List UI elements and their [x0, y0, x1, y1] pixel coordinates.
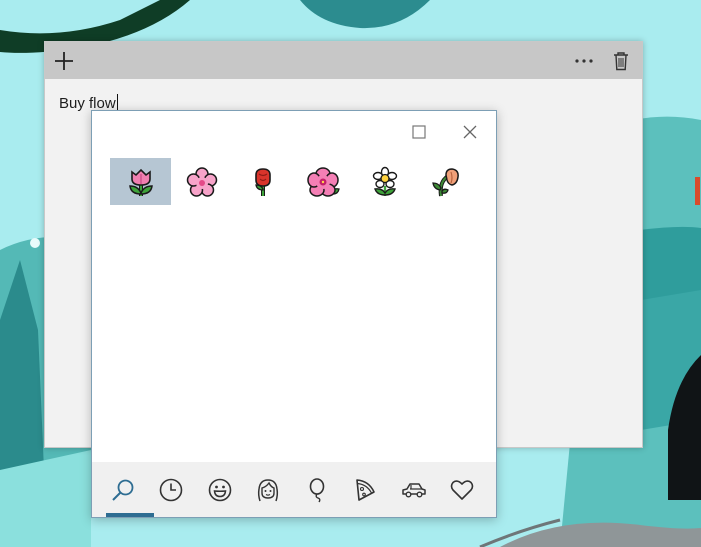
close-icon	[463, 125, 477, 139]
wilted-flower-icon	[431, 167, 459, 196]
trash-icon	[614, 52, 628, 71]
clock-icon	[159, 478, 183, 501]
balloon-icon	[309, 477, 325, 502]
pizza-icon	[356, 478, 375, 501]
emoji-tulip[interactable]	[110, 158, 171, 205]
emoji-results-grid	[110, 158, 490, 206]
hibiscus-icon	[306, 166, 340, 197]
tab-travel[interactable]	[390, 462, 438, 517]
car-icon	[402, 482, 426, 497]
text-caret	[116, 94, 118, 111]
more-options-button[interactable]	[569, 46, 599, 76]
more-icon	[575, 59, 593, 63]
add-note-button[interactable]	[49, 46, 79, 76]
tab-celebration[interactable]	[293, 462, 341, 517]
person-icon	[257, 478, 279, 501]
tab-people[interactable]	[244, 462, 292, 517]
cherry-blossom-icon	[186, 166, 217, 197]
note-titlebar[interactable]	[45, 42, 642, 79]
emoji-hibiscus[interactable]	[293, 158, 354, 205]
tab-recent[interactable]	[147, 462, 195, 517]
rose-icon	[254, 167, 271, 196]
add-icon	[55, 52, 73, 70]
tab-smileys[interactable]	[196, 462, 244, 517]
maximize-button[interactable]	[406, 119, 432, 145]
emoji-category-tabs	[92, 462, 496, 517]
tulip-icon	[128, 168, 153, 196]
close-button[interactable]	[457, 119, 483, 145]
tab-search[interactable]	[99, 462, 154, 517]
tab-symbols[interactable]	[438, 462, 486, 517]
emoji-cherry-blossom[interactable]	[171, 158, 232, 205]
blossom-icon	[372, 166, 397, 196]
emoji-blossom[interactable]	[354, 158, 415, 205]
search-icon	[112, 479, 134, 501]
tab-food[interactable]	[341, 462, 389, 517]
smiley-icon	[208, 478, 232, 501]
heart-icon	[450, 479, 474, 500]
emoji-wilted-flower[interactable]	[415, 158, 476, 205]
emoji-panel	[91, 110, 497, 518]
maximize-icon	[412, 125, 426, 139]
emoji-rose[interactable]	[232, 158, 293, 205]
delete-note-button[interactable]	[606, 46, 636, 76]
